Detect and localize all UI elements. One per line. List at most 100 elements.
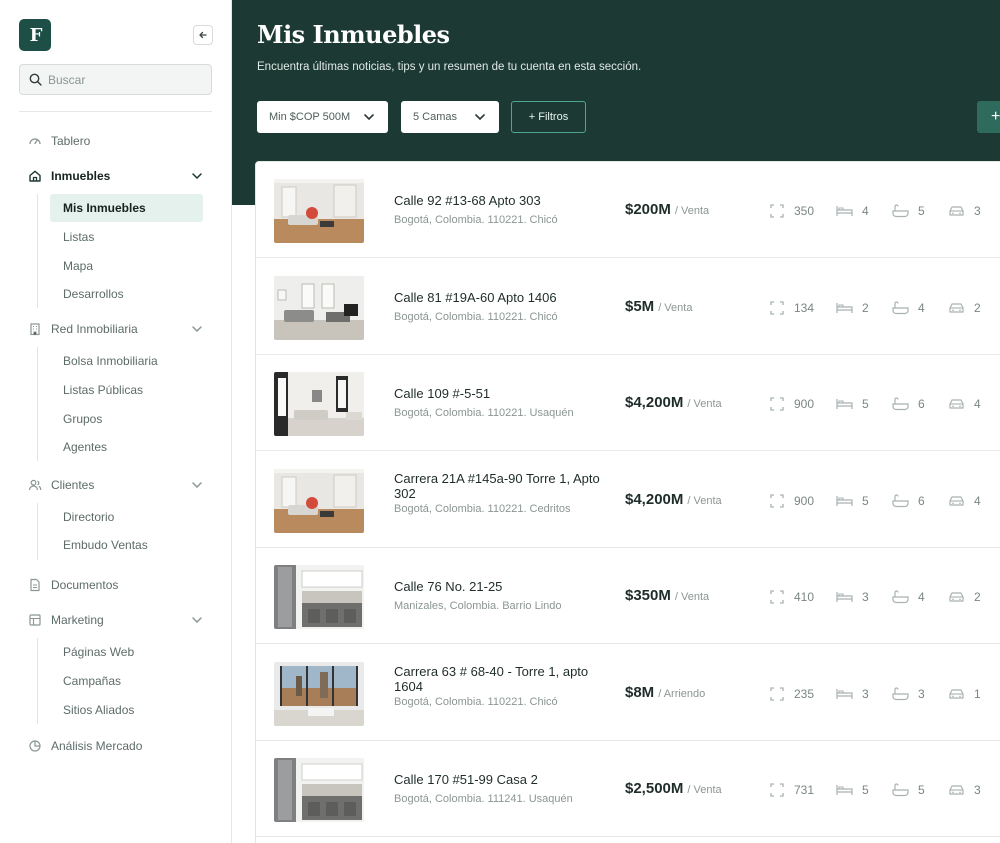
nav-tablero[interactable]: Tablero (27, 131, 90, 151)
bed-icon (836, 397, 853, 411)
sidebar-item-embudo[interactable]: Embudo Ventas (50, 531, 203, 559)
more-filters-button[interactable]: + Filtros (511, 101, 586, 133)
sidebar-item-desarrollos[interactable]: Desarrollos (50, 280, 203, 308)
sidebar-item-listas[interactable]: Listas (50, 223, 203, 251)
bathtub-icon (892, 783, 909, 797)
parking-stat: 3 (948, 781, 981, 799)
price-value: $5M (625, 297, 655, 315)
property-photo[interactable] (274, 372, 364, 436)
brand-logo[interactable]: F (19, 19, 51, 51)
area-value: 731 (794, 783, 815, 797)
beds-value: 3 (862, 590, 869, 604)
chevron-down-icon[interactable] (190, 322, 204, 336)
beds-stat: 3 (836, 685, 869, 703)
beds-value: 5 (862, 397, 869, 411)
beds-stat: 5 (836, 781, 869, 799)
property-photo[interactable] (274, 758, 364, 822)
pie-chart-icon (27, 738, 43, 754)
listing-row[interactable]: Calle 170 #51-99 Casa 2 Bogotá, Colombia.… (256, 741, 1000, 837)
listing-row[interactable]: Carrera 63 # 68-40 - Torre 1, apto 1604 B… (256, 645, 1000, 741)
chevron-down-icon[interactable] (190, 613, 204, 627)
sidebar-item-agentes[interactable]: Agentes (50, 433, 203, 461)
users-icon (27, 477, 43, 493)
listing-row[interactable]: Carrera 21A #145a-90 Torre 1, Apto 302 Bo… (256, 452, 1000, 548)
property-price: $350M / Venta (625, 587, 709, 604)
price-value: $8M (625, 683, 655, 701)
area-stat: 731 (768, 781, 814, 799)
parking-value: 3 (974, 783, 981, 797)
area-stat: 900 (768, 492, 814, 510)
sidebar-item-listas-publicas[interactable]: Listas Públicas (50, 376, 203, 404)
listing-row[interactable]: Calle 92 #13-68 Apto 303 Bogotá, Colombia… (256, 162, 1000, 258)
nav-red-label: Red Inmobiliaria (51, 322, 138, 336)
sidebar-item-directorio[interactable]: Directorio (50, 503, 203, 531)
nav-red-inmobiliaria[interactable]: Red Inmobiliaria (27, 319, 138, 339)
nav-analisis-mercado[interactable]: Análisis Mercado (27, 736, 142, 756)
nav-clientes[interactable]: Clientes (27, 475, 94, 495)
property-photo[interactable] (274, 275, 364, 340)
beds-value: 5 (862, 783, 869, 797)
beds-value: 4 (862, 204, 869, 218)
sidebar-item-bolsa[interactable]: Bolsa Inmobiliaria (50, 347, 203, 375)
property-price: $4,200M / Venta (625, 394, 722, 411)
property-address[interactable]: Calle 92 #13-68 Apto 303 (394, 193, 609, 208)
chevron-down-icon[interactable] (190, 169, 204, 183)
property-address[interactable]: Calle 76 No. 21-25 (394, 579, 609, 594)
sidebar-item-campanas[interactable]: Campañas (50, 667, 203, 695)
area-value: 134 (794, 300, 815, 315)
beds-stat: 4 (836, 202, 869, 220)
property-address[interactable]: Calle 81 #19A-60 Apto 1406 (394, 290, 609, 305)
page-title: Mis Inmuebles (257, 20, 450, 49)
baths-stat: 6 (892, 492, 925, 510)
property-address[interactable]: Calle 170 #51-99 Casa 2 (394, 772, 609, 787)
property-location: Bogotá, Colombia. 110221. Chicó (394, 310, 558, 323)
collapse-sidebar-button[interactable] (193, 25, 213, 45)
listing-row[interactable]: Calle 76 No. 21-25 Manizales, Colombia. B… (256, 548, 1000, 644)
beds-filter-dropdown[interactable]: 5 Camas (401, 101, 499, 133)
price-value: $4,200M (625, 490, 684, 508)
sidebar-item-grupos[interactable]: Grupos (50, 405, 203, 433)
page-subtitle: Encuentra últimas noticias, tips y un re… (257, 61, 642, 73)
add-property-button[interactable]: + (977, 101, 1000, 133)
nav-inmuebles[interactable]: Inmuebles (27, 166, 110, 186)
parking-stat: 3 (948, 202, 981, 220)
area-value: 900 (794, 397, 815, 411)
nav-documentos[interactable]: Documentos (27, 575, 118, 595)
area-icon (768, 590, 785, 604)
price-type: / Venta (687, 494, 722, 507)
property-location: Bogotá, Colombia. 110221. Cedritos (394, 502, 571, 515)
property-address[interactable]: Carrera 63 # 68-40 - Torre 1, apto 1604 (394, 664, 609, 694)
sidebar-item-mis-inmuebles[interactable]: Mis Inmuebles (50, 194, 203, 222)
property-photo[interactable] (274, 565, 364, 629)
nav-inmuebles-label: Inmuebles (51, 169, 111, 183)
sidebar-item-mapa[interactable]: Mapa (50, 252, 203, 280)
property-address[interactable]: Calle 109 #-5-51 (394, 386, 609, 401)
area-value: 235 (794, 686, 815, 701)
search-input[interactable]: Buscar (19, 64, 212, 95)
price-type: / Venta (687, 398, 722, 410)
sidebar-item-sitios-aliados[interactable]: Sitios Aliados (50, 696, 203, 724)
chevron-down-icon[interactable] (190, 478, 204, 492)
baths-value: 4 (918, 300, 925, 315)
parking-value: 2 (974, 590, 981, 604)
price-filter-dropdown[interactable]: Min $COP 500M (257, 101, 388, 133)
property-photo[interactable] (274, 468, 364, 533)
chevron-down-icon (473, 110, 487, 124)
property-location: Bogotá, Colombia. 110221. Usaquén (394, 407, 574, 419)
property-address[interactable]: Carrera 21A #145a-90 Torre 1, Apto 302 (394, 471, 609, 501)
nav-documentos-label: Documentos (51, 578, 119, 592)
property-price: $8M / Arriendo (625, 684, 705, 701)
property-price: $200M / Venta (625, 201, 709, 218)
baths-stat: 6 (892, 395, 925, 413)
sidebar-divider (19, 111, 212, 112)
property-photo[interactable] (274, 179, 364, 243)
listing-row[interactable]: Calle 109 #-5-51 Bogotá, Colombia. 110221… (256, 355, 1000, 451)
baths-value: 5 (918, 204, 925, 218)
nav-marketing[interactable]: Marketing (27, 610, 104, 630)
sidebar-item-paginas-web[interactable]: Páginas Web (50, 638, 203, 666)
baths-value: 4 (918, 590, 925, 604)
listing-row[interactable]: Calle 81 #19A-60 Apto 1406 Bogotá, Colomb… (256, 259, 1000, 355)
area-value: 350 (794, 204, 815, 218)
document-icon (27, 577, 43, 593)
property-photo[interactable] (274, 661, 364, 726)
